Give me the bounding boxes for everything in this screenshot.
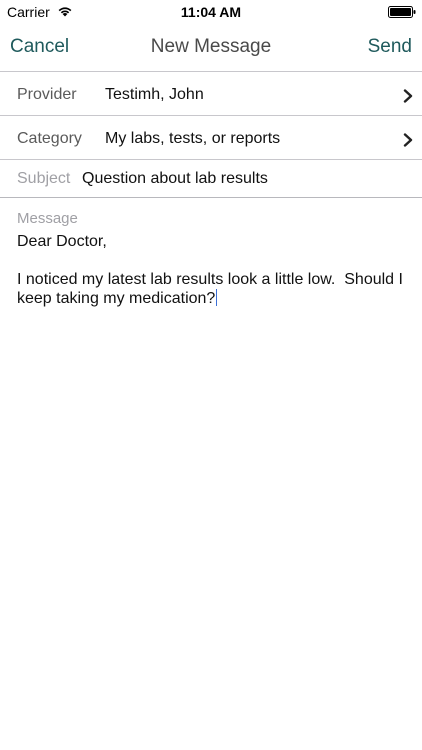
- message-text: Dear Doctor, I noticed my latest lab res…: [17, 233, 403, 307]
- page-title: New Message: [150, 36, 272, 57]
- send-button[interactable]: Send: [368, 36, 412, 58]
- provider-value: Testimh, John: [105, 86, 204, 103]
- chevron-right-icon: [403, 89, 413, 103]
- category-value: My labs, tests, or reports: [105, 130, 281, 147]
- category-label: Category: [17, 130, 82, 147]
- message-area: Message Dear Doctor, I noticed my latest…: [0, 198, 422, 750]
- subject-row: Subject Question about lab results: [0, 160, 422, 198]
- subject-field[interactable]: Question about lab results: [82, 170, 268, 188]
- message-body-field[interactable]: Dear Doctor, I noticed my latest lab res…: [17, 232, 412, 308]
- text-cursor: [216, 289, 218, 306]
- subject-label: Subject: [17, 170, 71, 187]
- category-row[interactable]: Category My labs, tests, or reports: [0, 116, 422, 160]
- chevron-right-icon: [403, 133, 413, 147]
- status-time: 11:04 AM: [180, 4, 242, 20]
- status-bar: Carrier 11:04 AM: [0, 0, 422, 24]
- battery-icon: [388, 6, 416, 18]
- navigation-bar: Cancel New Message Send: [0, 24, 422, 72]
- message-label: Message: [17, 210, 78, 227]
- provider-row[interactable]: Provider Testimh, John: [0, 72, 422, 116]
- provider-label: Provider: [17, 86, 77, 103]
